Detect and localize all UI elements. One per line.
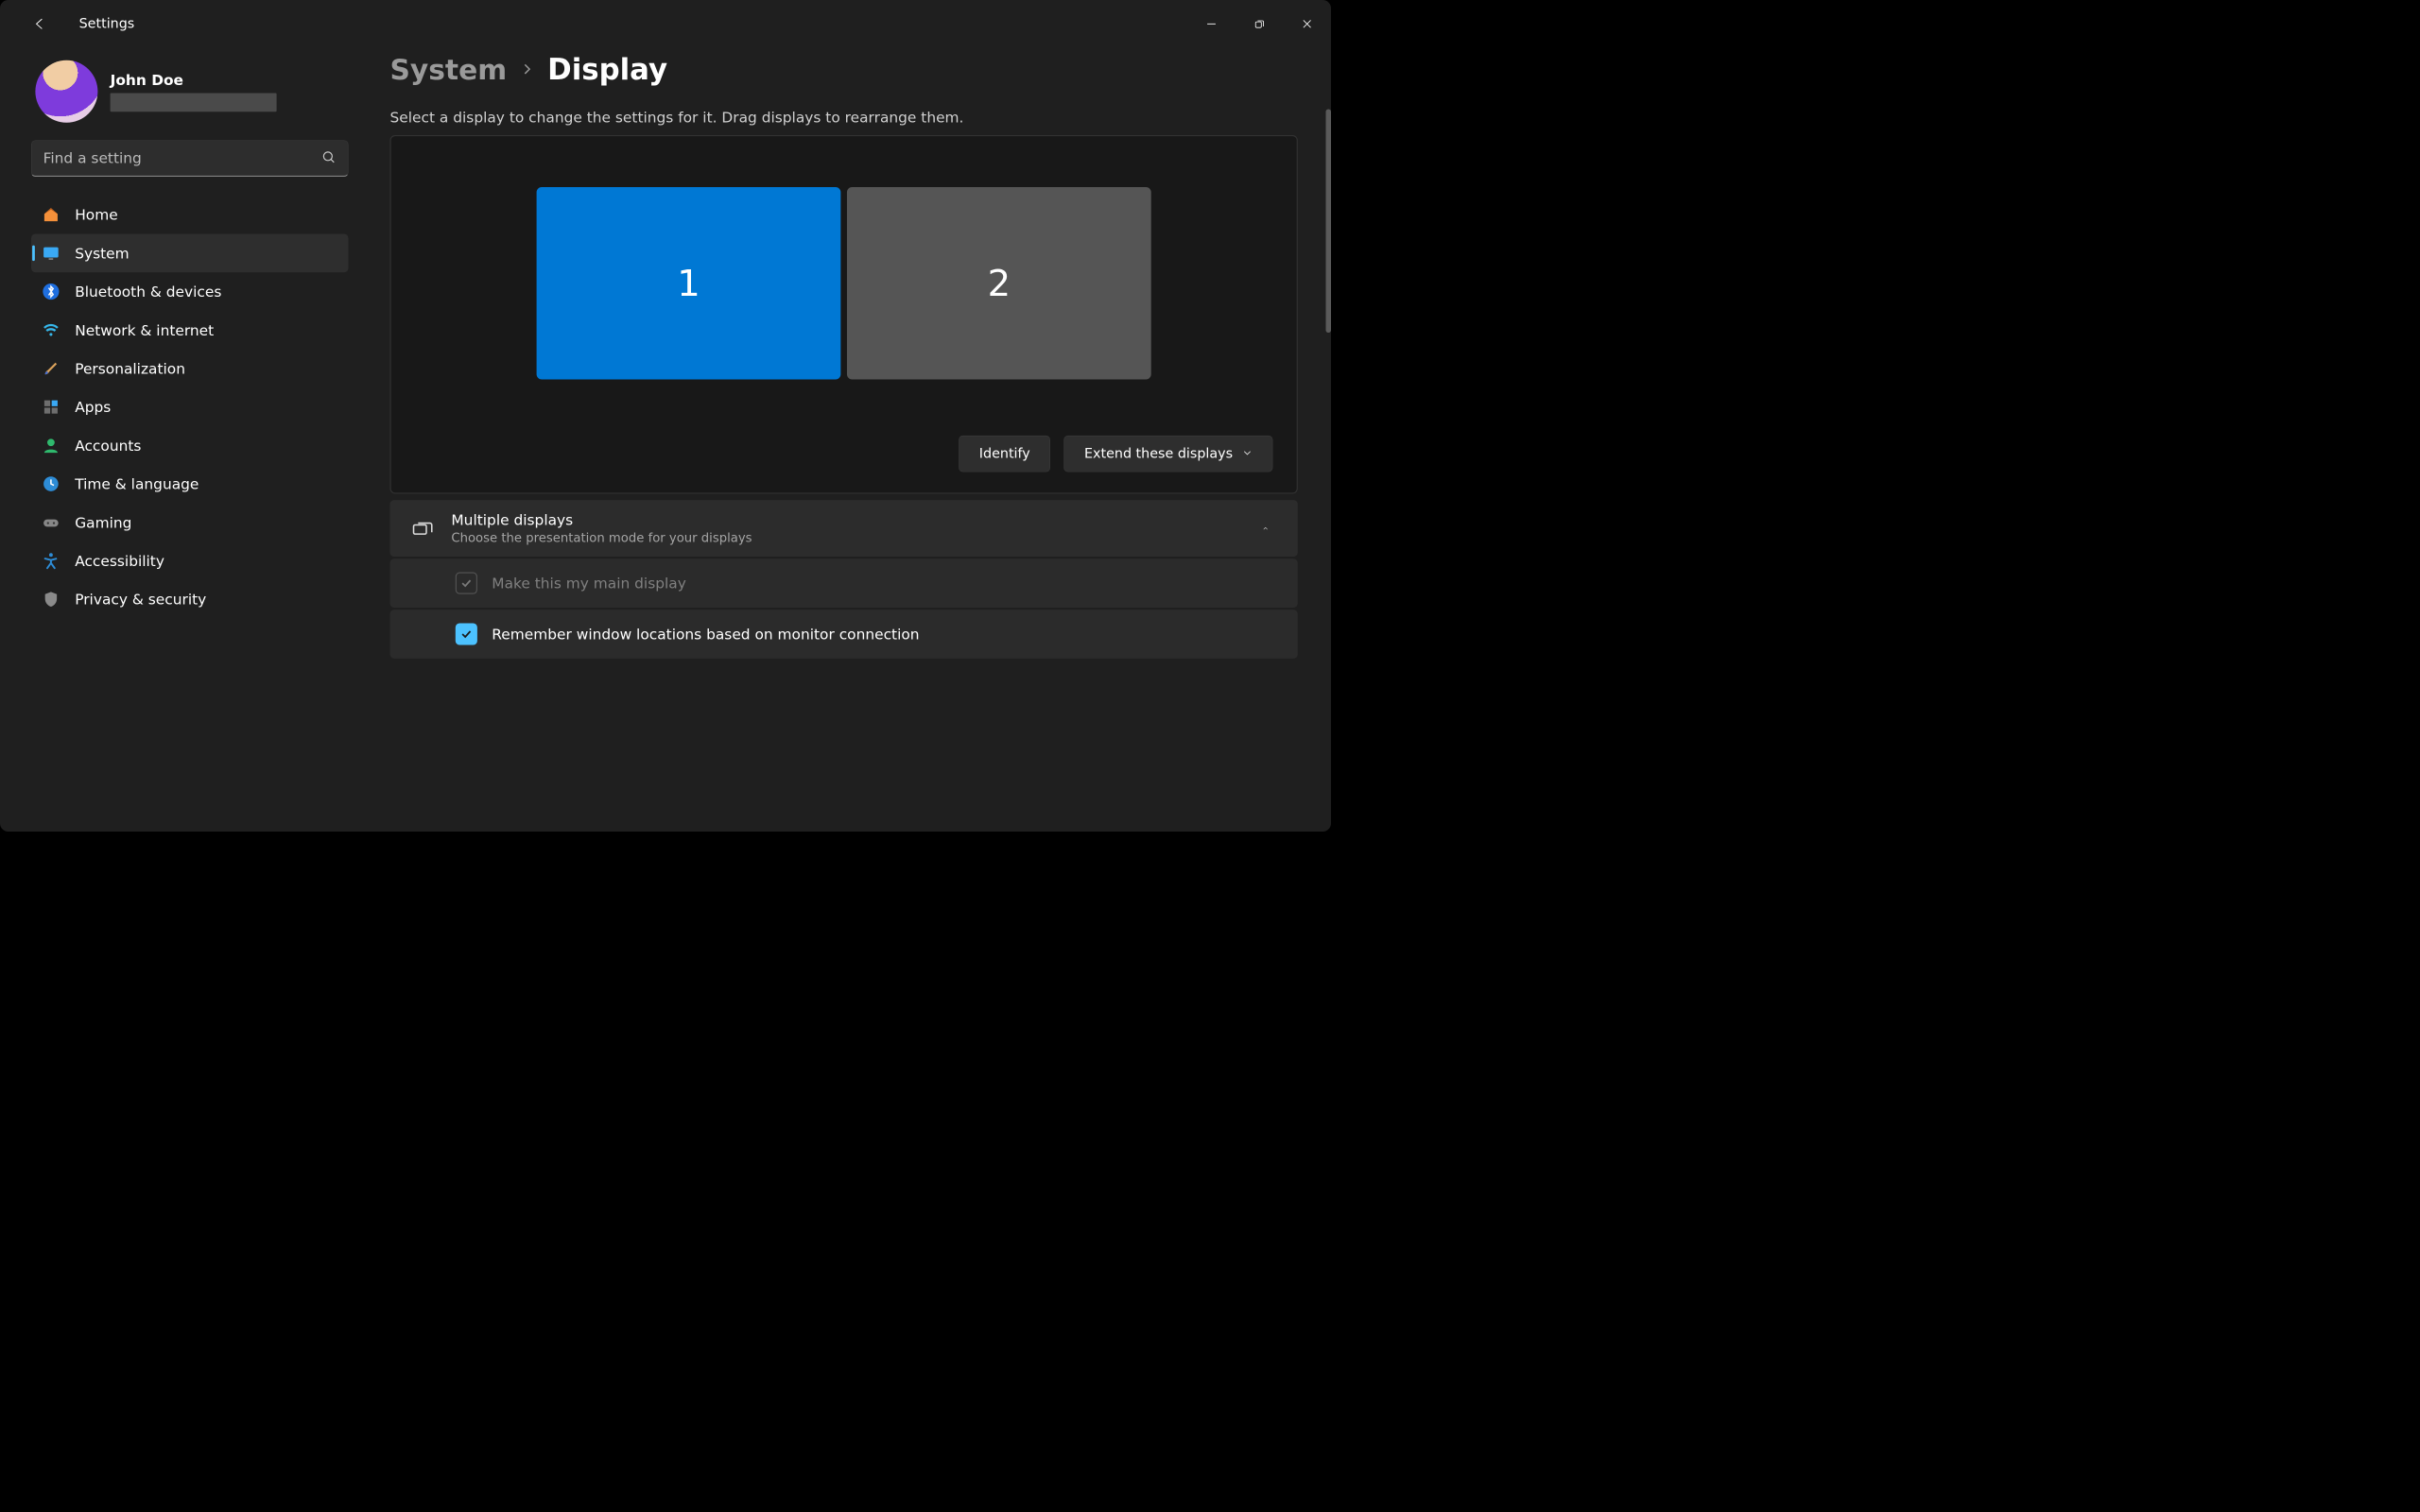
shield-icon xyxy=(42,590,60,609)
sidebar-item-gaming[interactable]: Gaming xyxy=(31,503,349,541)
sidebar-item-label: Gaming xyxy=(75,514,131,531)
close-button[interactable] xyxy=(1283,0,1331,48)
search-input[interactable] xyxy=(43,149,322,166)
sidebar-item-label: Apps xyxy=(75,399,111,416)
search-icon xyxy=(321,150,336,167)
sidebar-item-home[interactable]: Home xyxy=(31,196,349,234)
chevron-up-icon xyxy=(1262,521,1276,535)
scrollbar[interactable] xyxy=(1326,110,1332,334)
checkbox-main-display xyxy=(456,573,477,594)
system-icon xyxy=(42,244,60,263)
gamepad-icon xyxy=(42,513,60,532)
identify-button[interactable]: Identify xyxy=(959,436,1050,472)
profile-name: John Doe xyxy=(111,72,277,89)
main-content: System Display Select a display to chang… xyxy=(380,48,1332,832)
sidebar-item-label: System xyxy=(75,245,129,262)
option-remember-locations[interactable]: Remember window locations based on monit… xyxy=(390,610,1298,659)
settings-window: Settings John Doe xyxy=(0,0,1331,832)
sidebar-item-label: Home xyxy=(75,206,117,223)
breadcrumb: System Display xyxy=(390,48,1298,87)
chevron-right-icon xyxy=(521,62,534,78)
option-label: Make this my main display xyxy=(492,575,686,592)
sidebar-item-accessibility[interactable]: Accessibility xyxy=(31,541,349,580)
profile[interactable]: John Doe xyxy=(31,48,349,129)
option-label: Remember window locations based on monit… xyxy=(492,626,919,643)
sidebar-item-personalization[interactable]: Personalization xyxy=(31,350,349,388)
sidebar-item-accounts[interactable]: Accounts xyxy=(31,426,349,465)
sidebar-item-privacy[interactable]: Privacy & security xyxy=(31,580,349,619)
multiple-displays-header[interactable]: Multiple displays Choose the presentatio… xyxy=(390,500,1298,557)
maximize-button[interactable] xyxy=(1236,0,1284,48)
extend-displays-dropdown[interactable]: Extend these displays xyxy=(1064,436,1273,472)
sidebar-item-label: Accessibility xyxy=(75,552,164,569)
search-box[interactable] xyxy=(31,141,349,178)
chevron-down-icon xyxy=(1242,446,1253,462)
sidebar-item-label: Privacy & security xyxy=(75,591,206,608)
sidebar-item-time[interactable]: Time & language xyxy=(31,465,349,504)
group-description: Choose the presentation mode for your di… xyxy=(451,531,1244,545)
sidebar-item-label: Accounts xyxy=(75,437,141,454)
display-arrangement-box: 1 2 Identify Extend these displays xyxy=(390,135,1298,494)
window-controls xyxy=(1187,0,1331,48)
sidebar-item-bluetooth[interactable]: Bluetooth & devices xyxy=(31,272,349,311)
multiple-displays-group: Multiple displays Choose the presentatio… xyxy=(390,500,1298,659)
sidebar-item-label: Bluetooth & devices xyxy=(75,283,221,300)
avatar xyxy=(35,60,97,123)
checkbox-remember-locations[interactable] xyxy=(456,623,477,644)
sidebar-item-label: Personalization xyxy=(75,360,185,377)
window-title: Settings xyxy=(79,16,135,31)
page-title: Display xyxy=(547,53,667,87)
page-subtitle: Select a display to change the settings … xyxy=(390,109,1298,126)
minimize-button[interactable] xyxy=(1187,0,1236,48)
back-button[interactable] xyxy=(30,14,49,33)
accessibility-icon xyxy=(42,552,60,571)
titlebar: Settings xyxy=(0,0,1331,48)
sidebar-item-system[interactable]: System xyxy=(31,234,349,273)
wifi-icon xyxy=(42,320,60,339)
sidebar-item-label: Time & language xyxy=(75,475,199,492)
person-icon xyxy=(42,436,60,455)
option-main-display: Make this my main display xyxy=(390,558,1298,608)
home-icon xyxy=(42,205,60,224)
apps-icon xyxy=(42,398,60,417)
nav: Home System Bluetooth & devices Network … xyxy=(31,196,349,619)
sidebar-item-apps[interactable]: Apps xyxy=(31,387,349,426)
sidebar-item-label: Network & internet xyxy=(75,321,214,338)
monitor-canvas[interactable]: 1 2 xyxy=(412,187,1276,380)
profile-email-placeholder xyxy=(111,93,277,112)
group-title: Multiple displays xyxy=(451,511,1244,528)
monitor-1[interactable]: 1 xyxy=(537,187,841,380)
bluetooth-icon xyxy=(42,283,60,301)
breadcrumb-parent[interactable]: System xyxy=(390,54,508,87)
monitor-2[interactable]: 2 xyxy=(847,187,1151,380)
clock-icon xyxy=(42,474,60,493)
sidebar: John Doe Home System xyxy=(0,48,380,832)
brush-icon xyxy=(42,359,60,378)
sidebar-item-network[interactable]: Network & internet xyxy=(31,311,349,350)
displays-icon xyxy=(412,518,434,540)
